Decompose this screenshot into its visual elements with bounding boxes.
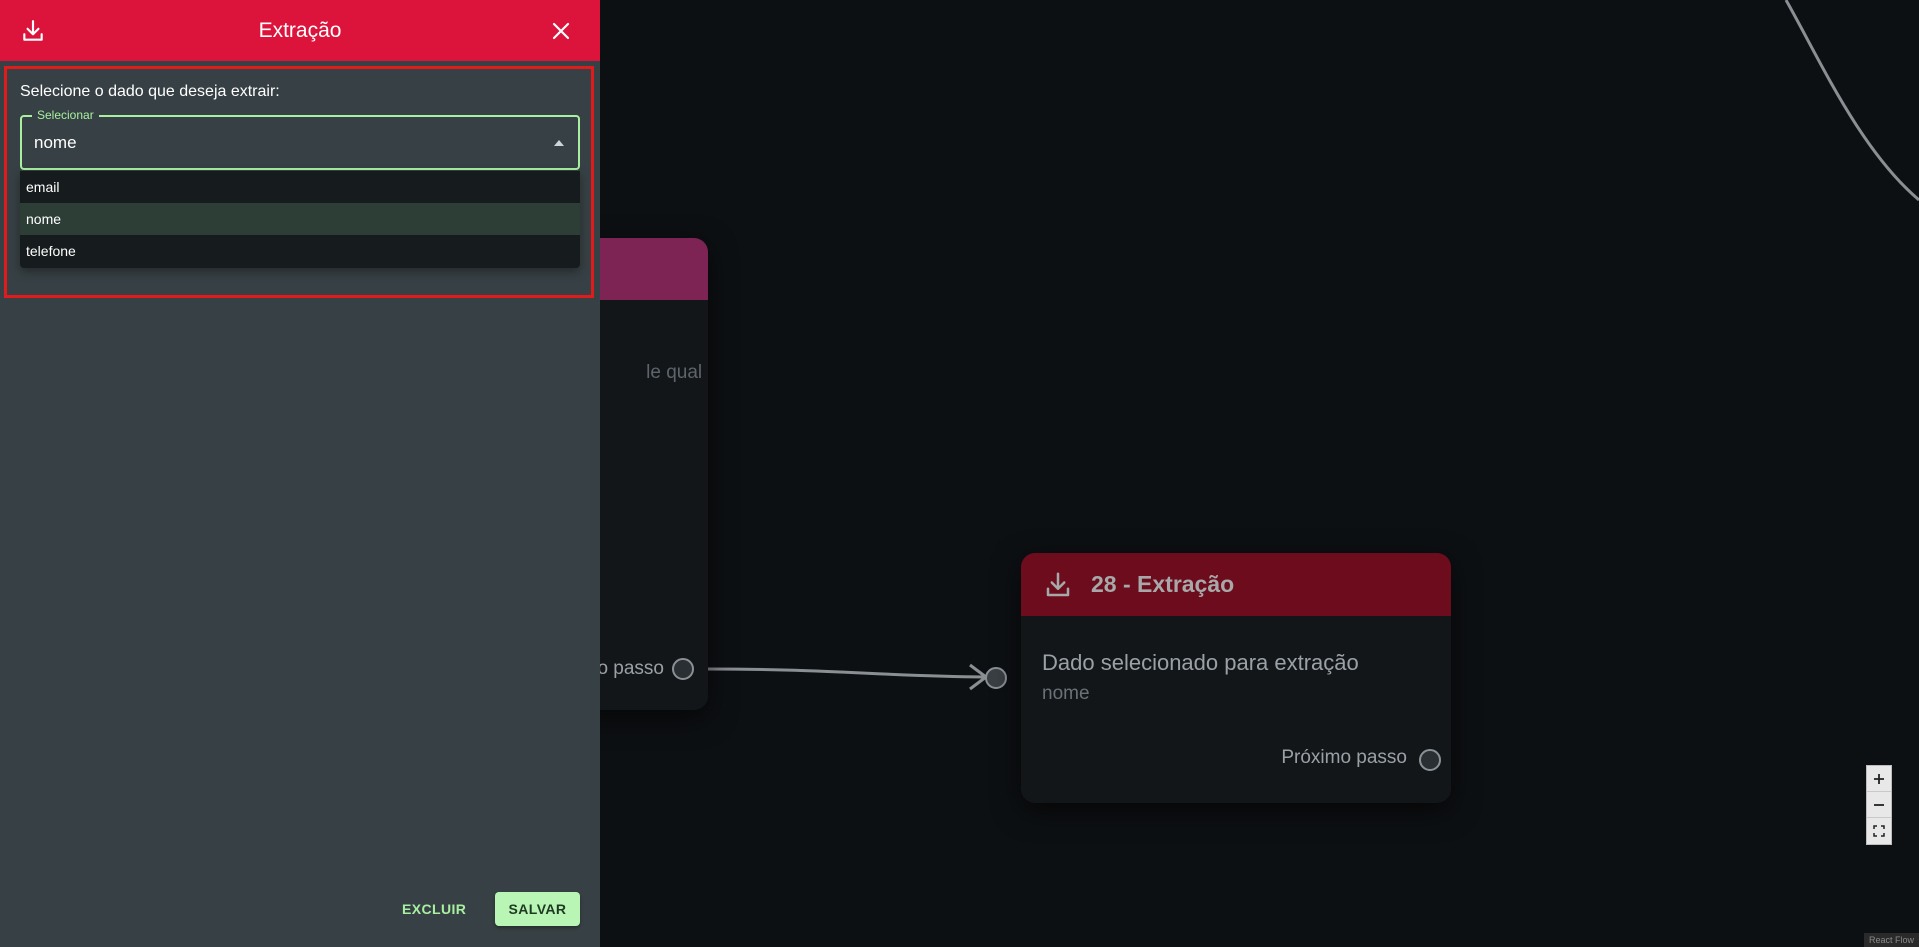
data-select-menu: email nome telefone [20,171,580,268]
previous-node-snippet: le qual é [646,362,708,383]
download-icon [23,20,43,41]
option-telefone[interactable]: telefone [20,235,580,267]
attribution-link[interactable]: React Flow [1863,933,1919,947]
extraction-node-target-handle[interactable] [985,667,1007,689]
zoom-in-button[interactable] [1867,766,1891,792]
previous-node-source-handle[interactable] [672,658,694,680]
download-icon [1046,572,1070,596]
extraction-node-source-handle[interactable] [1419,749,1441,771]
extraction-node-body-title: Dado selecionado para extração [1042,650,1359,675]
close-button[interactable] [548,18,574,44]
extraction-side-panel: Extração Selecione o dado que deseja ext… [0,0,600,947]
edge-previous-to-extraction[interactable] [706,667,986,679]
fit-view-button[interactable] [1867,818,1891,844]
data-select-label: Selecionar [32,108,99,122]
extraction-node-next-label: Próximo passo [1281,747,1407,768]
minus-icon [1874,803,1884,806]
flow-controls [1866,765,1892,845]
edge-curve-top-right [1784,0,1919,202]
previous-node-next-label: o passo [597,658,664,679]
zoom-out-button[interactable] [1867,792,1891,818]
option-email[interactable]: email [20,171,580,203]
delete-button[interactable]: EXCLUIR [396,892,472,926]
close-icon [552,22,570,40]
save-button[interactable]: SALVAR [495,892,580,926]
extraction-node-title: 28 - Extração [1091,571,1235,597]
fit-view-icon [1873,825,1885,837]
extraction-node-body-value: nome [1042,683,1090,704]
panel-header: Extração [0,0,600,61]
extraction-node[interactable]: 28 - Extração Dado selecionado para extr… [1021,553,1451,803]
option-nome[interactable]: nome [20,203,580,235]
caret-up-icon [554,140,564,146]
plus-icon [1874,773,1884,784]
panel-title: Extração [258,18,342,42]
data-select-value: nome [34,133,77,152]
extraction-node-header: 28 - Extração [1021,553,1451,616]
data-select[interactable]: Selecionar nome [20,108,580,170]
extract-prompt: Selecione o dado que deseja extrair: [20,83,280,100]
